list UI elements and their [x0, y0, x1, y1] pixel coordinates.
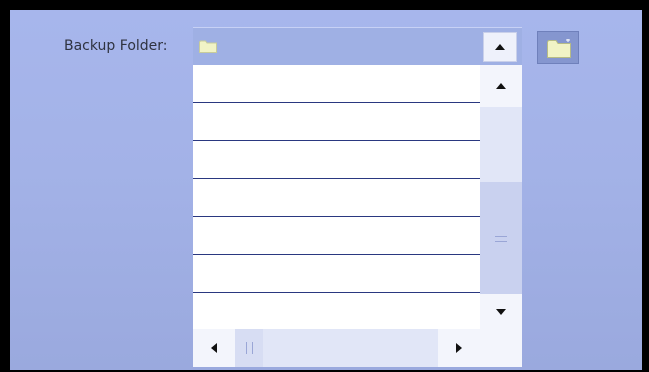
triangle-right-icon: [456, 343, 462, 353]
scroll-right-button[interactable]: [438, 329, 480, 367]
backup-folder-combobox[interactable]: [193, 27, 522, 66]
folder-list[interactable]: [193, 65, 480, 329]
triangle-left-icon: [211, 343, 217, 353]
display-frame: Backup Folder:: [0, 0, 649, 372]
list-item[interactable]: [193, 65, 480, 103]
triangle-up-icon: [496, 83, 506, 89]
horizontal-scroll-thumb[interactable]: [235, 329, 263, 367]
list-item[interactable]: [193, 141, 480, 179]
list-item[interactable]: [193, 217, 480, 255]
list-item[interactable]: [193, 103, 480, 141]
grip-icon: [246, 342, 253, 354]
vertical-scrollbar[interactable]: [480, 65, 522, 329]
backup-folder-label: Backup Folder:: [64, 38, 168, 54]
scroll-down-button[interactable]: [480, 294, 522, 329]
triangle-up-icon: [495, 44, 505, 50]
grip-icon: [495, 236, 507, 242]
backup-folder-dropdown-button[interactable]: [483, 32, 517, 62]
scrollbar-corner: [480, 329, 522, 367]
scroll-left-button[interactable]: [193, 329, 235, 367]
vertical-scroll-track[interactable]: [480, 107, 522, 182]
triangle-down-icon: [496, 308, 506, 315]
browse-folder-button[interactable]: [537, 31, 579, 64]
list-item[interactable]: [193, 179, 480, 217]
vertical-scroll-thumb[interactable]: [480, 182, 522, 294]
folder-browse-icon: [547, 39, 571, 58]
list-item[interactable]: [193, 255, 480, 293]
scroll-up-button[interactable]: [480, 65, 522, 107]
folder-icon: [199, 40, 217, 53]
screen: Backup Folder:: [10, 10, 642, 370]
horizontal-scrollbar[interactable]: [193, 329, 480, 367]
